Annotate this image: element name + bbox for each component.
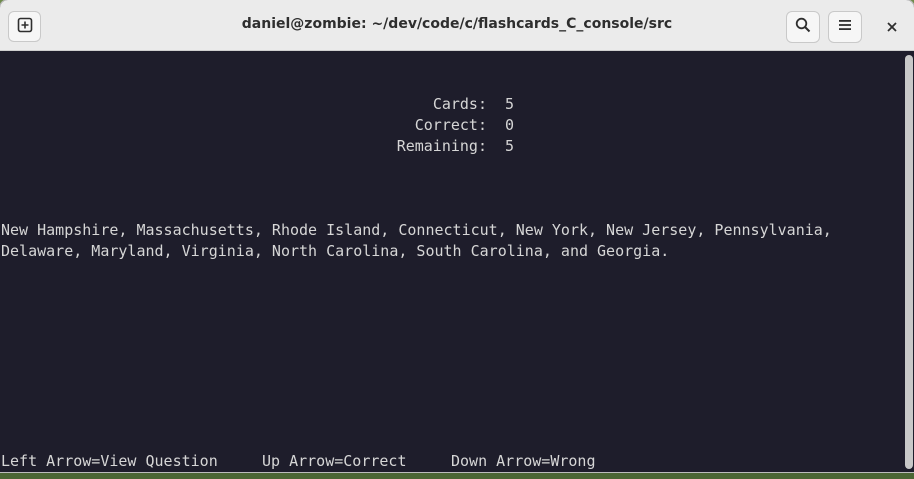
close-button[interactable] [876,11,908,43]
help-up-arrow: Up Arrow=Correct [262,452,407,470]
new-tab-icon [17,17,33,37]
scrollbar[interactable] [902,52,914,472]
search-button[interactable] [786,11,820,43]
help-down-arrow: Down Arrow=Wrong [451,452,596,470]
stat-label-correct: Correct: [414,116,487,134]
terminal-window: daniel@zombie: ~/dev/code/c/flashcards_C… [0,0,914,472]
stat-value-correct: 0 [505,116,515,134]
answer-line-1: New Hampshire, Massachusetts, Rhode Isla… [1,221,832,239]
close-icon [886,18,898,37]
window-title: daniel@zombie: ~/dev/code/c/flashcards_C… [241,16,673,32]
hamburger-menu-icon [837,17,853,37]
scrollbar-thumb[interactable] [905,55,913,469]
stat-value-remaining: 5 [505,137,515,155]
menu-button[interactable] [828,11,862,43]
stat-label-remaining: Remaining: [396,137,487,155]
headerbar: daniel@zombie: ~/dev/code/c/flashcards_C… [0,0,914,51]
help-left-arrow: Left Arrow=View Question [1,452,218,470]
terminal-output[interactable]: Cards: 5 Correct: 0 Remaining: 5 New Ham… [0,52,902,472]
answer-line-2: Delaware, Maryland, Virginia, North Caro… [1,242,670,260]
new-tab-button[interactable] [8,11,41,42]
search-icon [795,17,811,37]
stat-value-cards: 5 [505,95,515,113]
stat-label-cards: Cards: [432,95,487,113]
